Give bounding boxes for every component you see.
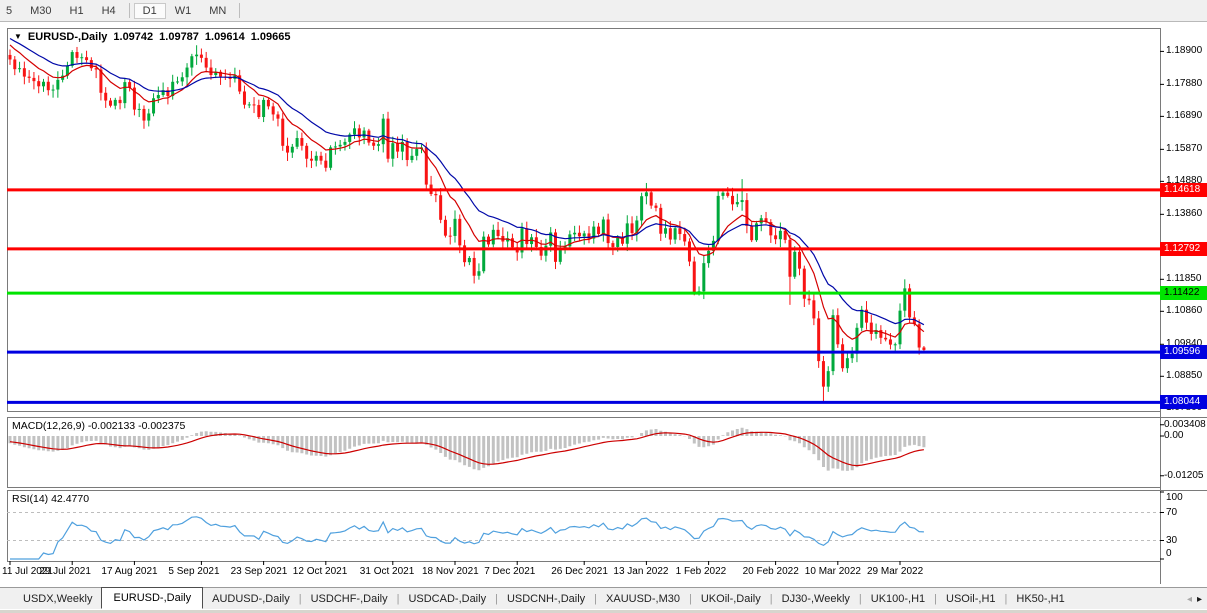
date-axis-label: 26 Dec 2021 <box>551 566 608 577</box>
tab-audusd-daily[interactable]: AUDUSD-,Daily <box>203 590 299 609</box>
rsi-axis-label: 30 <box>1166 535 1177 546</box>
chart-ohlc-header: ▼ EURUSD-,Daily 1.09742 1.09787 1.09614 1.096… <box>14 31 290 43</box>
price-level-badge: 1.08044 <box>1160 395 1207 409</box>
tab-usdcad-daily[interactable]: USDCAD-,Daily <box>399 590 495 609</box>
chart-canvas[interactable] <box>0 0 1207 613</box>
tab-usoil-h1[interactable]: USOil-,H1 <box>937 590 1005 609</box>
price-axis-label: 1.18900 <box>1166 45 1202 56</box>
price-axis-label: 1.13860 <box>1166 208 1202 219</box>
date-axis-label: 7 Dec 2021 <box>484 566 535 577</box>
chart-dropdown-icon[interactable]: ▼ <box>14 32 22 41</box>
date-axis-label: 29 Jul 2021 <box>39 566 91 577</box>
price-panel-frame <box>8 29 1161 412</box>
price-axis-label: 1.10860 <box>1166 305 1202 316</box>
ohlc-low: 1.09614 <box>205 31 245 43</box>
price-axis-label: 1.11850 <box>1166 273 1201 284</box>
date-axis-label: 18 Nov 2021 <box>422 566 479 577</box>
date-axis-label: 23 Sep 2021 <box>231 566 288 577</box>
tab-xauusd-m30[interactable]: XAUUSD-,M30 <box>597 590 689 609</box>
date-axis-label: 5 Sep 2021 <box>168 566 219 577</box>
mt4-window: { "toolbar": { "timeframes": ["5", "M30"… <box>0 0 1207 613</box>
price-axis-label: 1.15870 <box>1166 143 1202 154</box>
tab-uk100-h1[interactable]: UK100-,H1 <box>862 590 934 609</box>
price-level-badge: 1.14618 <box>1160 183 1207 197</box>
date-axis-label: 20 Feb 2022 <box>743 566 799 577</box>
price-axis-label: 1.08850 <box>1166 370 1202 381</box>
date-axis-label: 31 Oct 2021 <box>360 566 414 577</box>
date-axis-label: 10 Mar 2022 <box>805 566 861 577</box>
macd-axis-label: 0.003408 <box>1164 419 1206 430</box>
tab-dj30-weekly[interactable]: DJ30-,Weekly <box>773 590 859 609</box>
rsi-axis-label: 0 <box>1166 548 1172 559</box>
macd-axis-label: -0.01205 <box>1164 470 1203 481</box>
price-level-badge: 1.12792 <box>1160 242 1207 256</box>
rsi-panel-frame <box>8 491 1161 562</box>
price-axis-label: 1.17880 <box>1166 78 1202 89</box>
ohlc-close: 1.09665 <box>251 31 291 43</box>
price-level-badge: 1.11422 <box>1160 286 1207 300</box>
tab-eurusd-daily[interactable]: EURUSD-,Daily <box>101 587 203 609</box>
macd-indicator-label: MACD(12,26,9) -0.002133 -0.002375 <box>12 420 185 432</box>
rsi-axis-label: 100 <box>1166 492 1183 503</box>
date-axis-label: 12 Oct 2021 <box>293 566 347 577</box>
tab-usdchf-daily[interactable]: USDCHF-,Daily <box>302 590 397 609</box>
macd-axis-label: 0.00 <box>1164 430 1183 441</box>
date-axis-label: 29 Mar 2022 <box>867 566 923 577</box>
chart-tabbar: USDX,WeeklyEURUSD-,DailyAUDUSD-,Daily|US… <box>0 587 1207 609</box>
ohlc-high: 1.09787 <box>159 31 199 43</box>
price-axis-label: 1.16890 <box>1166 110 1202 121</box>
chart-symbol-label: EURUSD-,Daily <box>28 31 107 43</box>
date-axis-label: 1 Feb 2022 <box>676 566 727 577</box>
rsi-indicator-label: RSI(14) 42.4770 <box>12 493 89 505</box>
tab-scroll-arrows: ◂▸ <box>1182 589 1207 609</box>
tab-usdx-weekly[interactable]: USDX,Weekly <box>14 590 101 609</box>
price-level-badge: 1.09596 <box>1160 345 1207 359</box>
tab-usdcnh-daily[interactable]: USDCNH-,Daily <box>498 590 594 609</box>
tab-scroll-left-icon[interactable]: ◂ <box>1187 594 1192 605</box>
rsi-axis-label: 70 <box>1166 507 1177 518</box>
ohlc-open: 1.09742 <box>113 31 153 43</box>
date-axis-label: 17 Aug 2021 <box>101 566 157 577</box>
tab-hk50-h1[interactable]: HK50-,H1 <box>1007 590 1073 609</box>
tab-ukoil-daily[interactable]: UKOil-,Daily <box>692 590 770 609</box>
date-axis-label: 13 Jan 2022 <box>613 566 668 577</box>
tab-scroll-right-icon[interactable]: ▸ <box>1197 594 1202 605</box>
